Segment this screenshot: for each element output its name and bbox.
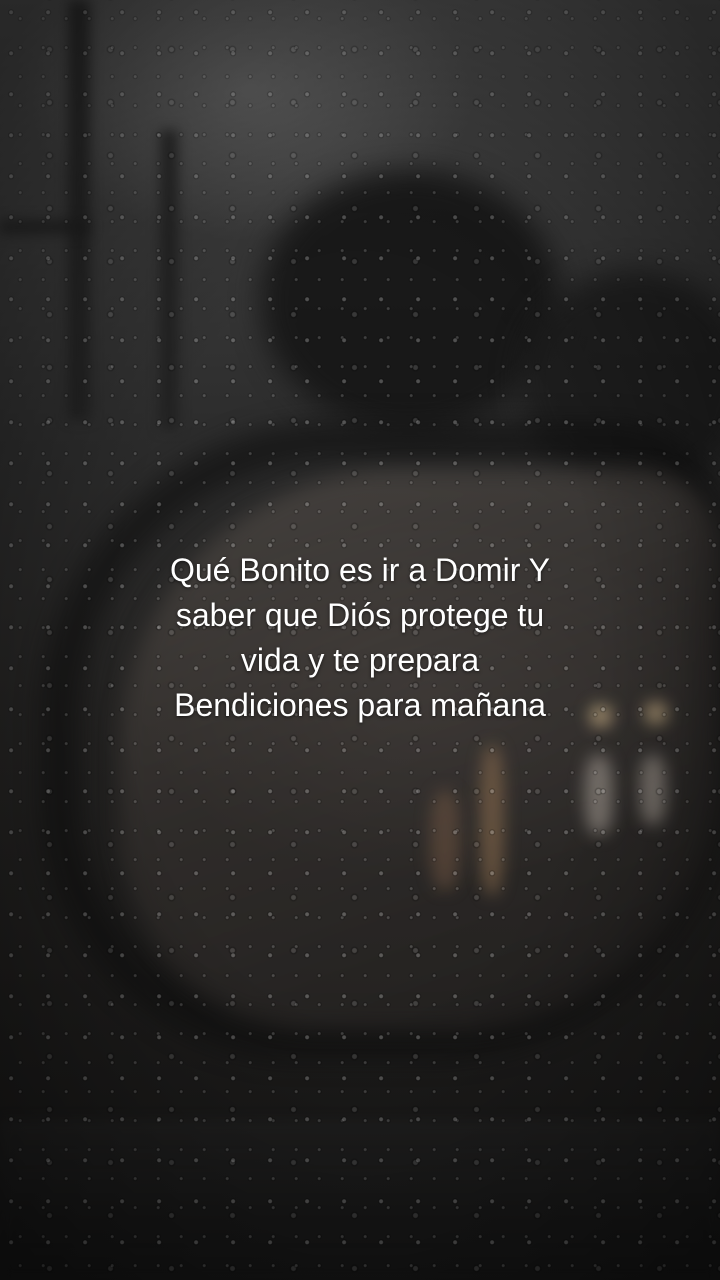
caption-line: saber que Diós protege tu (175, 597, 545, 633)
caption-line: vida y te prepara (240, 642, 480, 678)
caption-line: Qué Bonito es ir a Domir Y (169, 552, 550, 588)
caption-line: Bendiciones para mañana (174, 687, 546, 723)
video-frame: Qué Bonito es ir a Domir Y saber que Dió… (0, 0, 720, 1280)
caption-text: Qué Bonito es ir a Domir Y saber que Dió… (60, 548, 660, 728)
